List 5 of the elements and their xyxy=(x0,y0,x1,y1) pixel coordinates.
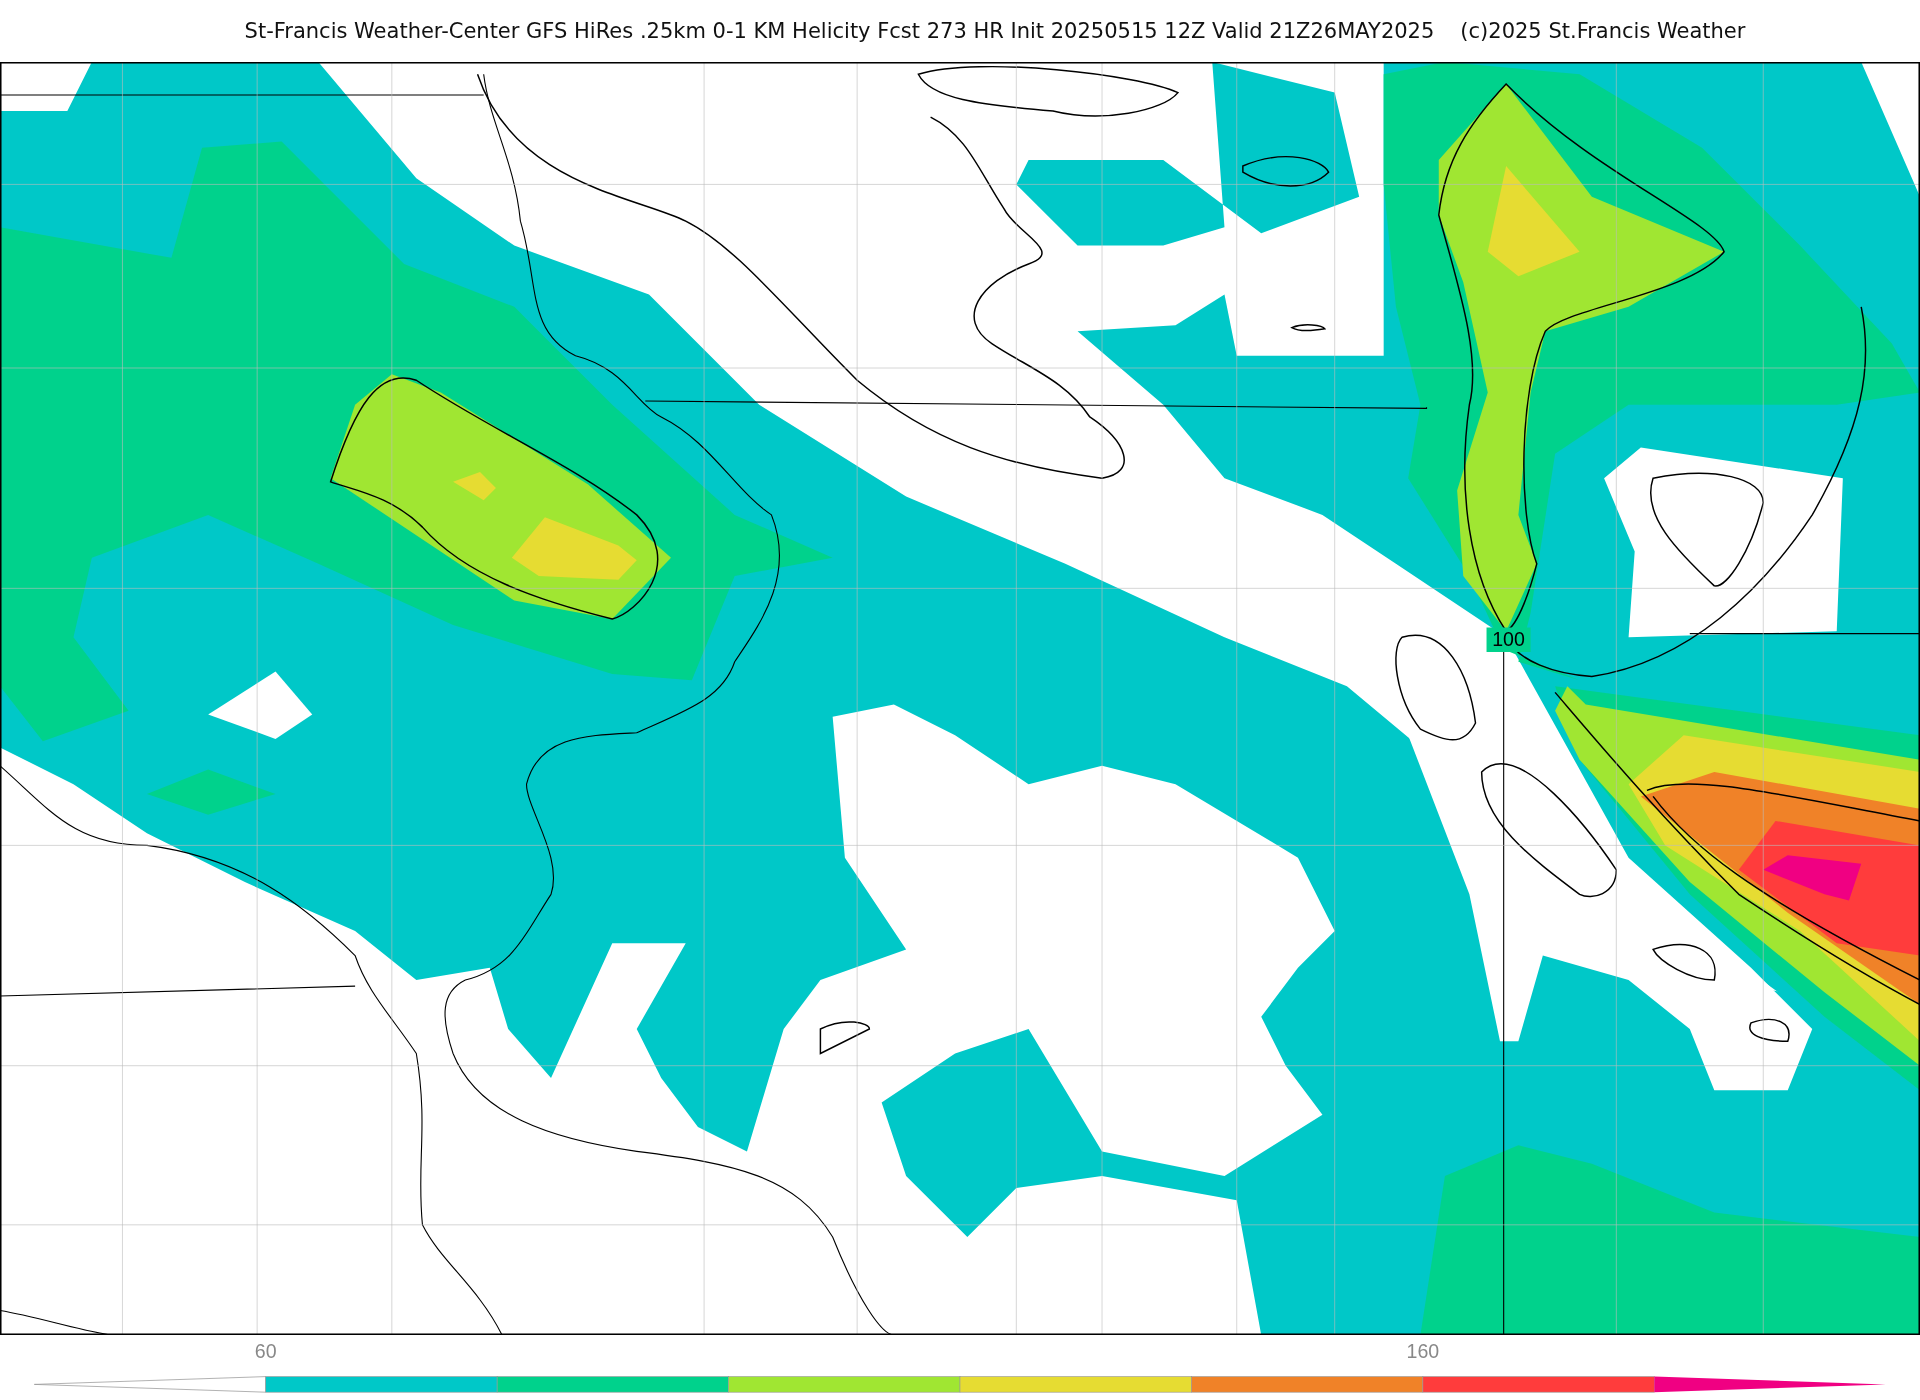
contour-label: 100 xyxy=(1492,627,1525,650)
copyright-credit: (c)2025 St.Francis Weather xyxy=(1460,19,1746,43)
map-title: St-Francis Weather-Center GFS HiRes .25km 0-1 KM Helicity Fcst 273 HR Init 20250515 12Z Valid 21Z26MAY2025 xyxy=(244,19,1435,43)
colorbar-tick-label: 60 xyxy=(254,1339,277,1363)
colorbar-tick-label: 160 xyxy=(1406,1339,1440,1363)
